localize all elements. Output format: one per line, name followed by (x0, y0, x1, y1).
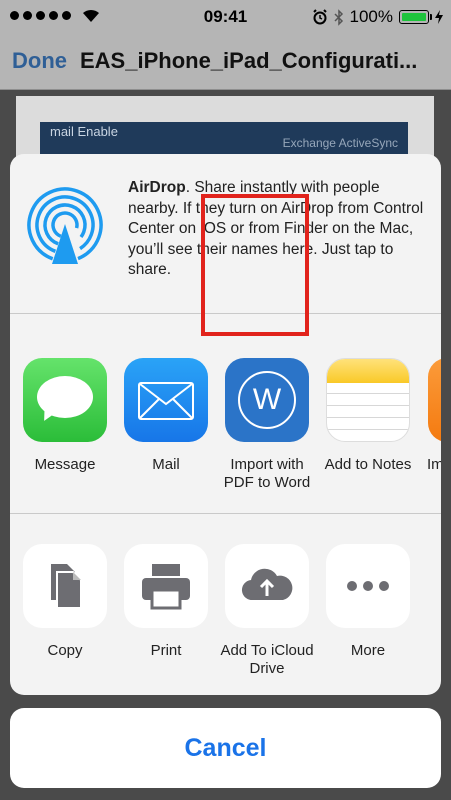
action-add-to-icloud-drive[interactable]: Add To iCloud Drive (217, 544, 317, 678)
share-actions-row: Copy Print Add To iCloud Drive More (10, 514, 441, 695)
share-app-partial[interactable]: Im (419, 358, 441, 474)
document-banner: mail Enable Exchange ActiveSync (40, 122, 408, 156)
share-app-label: Mail (152, 456, 180, 473)
navigation-bar: Done EAS_iPhone_iPad_Configurati... (0, 34, 451, 90)
mail-icon (124, 358, 208, 442)
icloud-upload-icon (225, 544, 309, 628)
highlight-box (201, 194, 309, 336)
battery-icon (399, 10, 432, 24)
alarm-icon (312, 9, 327, 25)
document-title: EAS_iPhone_iPad_Configurati... (80, 48, 418, 73)
action-label: Add To iCloud Drive (220, 642, 314, 677)
done-button[interactable]: Done (12, 48, 67, 74)
status-bar: 09:41 100% (0, 0, 451, 34)
share-app-add-to-notes[interactable]: Add to Notes (318, 358, 418, 474)
action-print[interactable]: Print (116, 544, 216, 660)
copy-icon (23, 544, 107, 628)
cancel-button[interactable]: Cancel (10, 708, 441, 788)
charging-icon (435, 10, 443, 24)
messages-icon (23, 358, 107, 442)
share-app-message[interactable]: Message (15, 358, 115, 474)
share-app-label: Add to Notes (324, 456, 412, 473)
share-app-label: Im (427, 456, 441, 473)
banner-caption: Exchange ActiveSync (282, 136, 398, 150)
share-app-mail[interactable]: Mail (116, 358, 216, 474)
action-label: Print (150, 642, 182, 659)
action-label: More (350, 642, 386, 659)
battery-percent: 100% (349, 7, 393, 26)
action-label: Copy (47, 642, 83, 659)
bluetooth-icon (333, 8, 343, 26)
airdrop-title: AirDrop (128, 179, 186, 196)
share-apps-row: Message Mail W Import with PDF to Word A… (10, 314, 441, 514)
app-icon-partial (428, 358, 441, 442)
share-app-label: Message (34, 456, 96, 473)
airdrop-icon (27, 187, 103, 264)
action-more[interactable]: More (318, 544, 418, 660)
pdf-to-word-icon: W (225, 358, 309, 442)
share-app-label: Import with PDF to Word (223, 456, 311, 491)
print-icon (124, 544, 208, 628)
more-icon (326, 544, 410, 628)
share-app-import-pdf-to-word[interactable]: W Import with PDF to Word (217, 358, 317, 492)
action-copy[interactable]: Copy (15, 544, 115, 660)
notes-icon (326, 358, 410, 442)
banner-logo: mail Enable (50, 124, 118, 139)
